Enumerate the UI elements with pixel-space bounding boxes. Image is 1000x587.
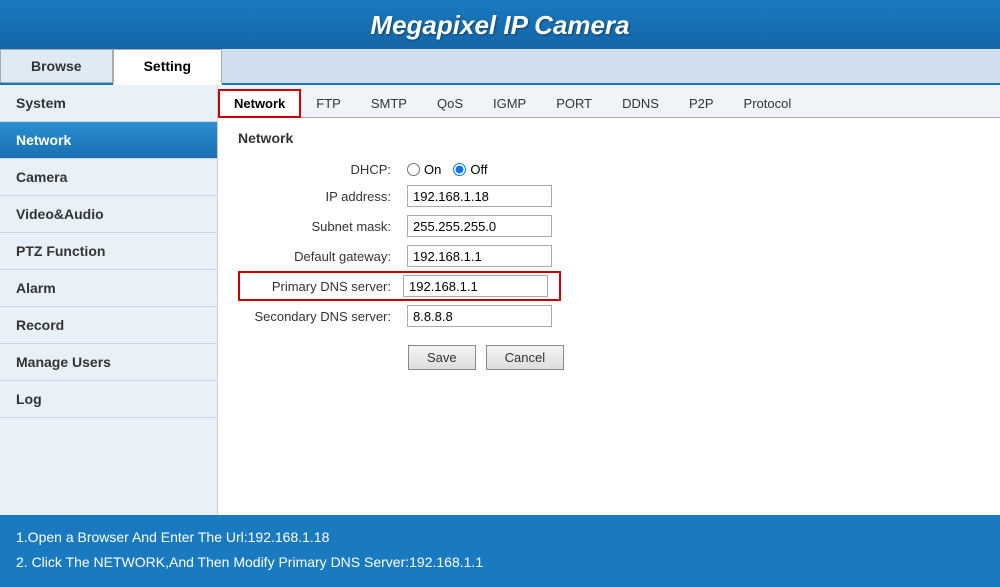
subtab-qos[interactable]: QoS xyxy=(422,90,478,117)
section-title: Network xyxy=(238,130,980,146)
network-form: DHCP: On Off xyxy=(238,158,561,331)
bottom-bar: 1.Open a Browser And Enter The Url:192.1… xyxy=(0,515,1000,587)
dhcp-value-cell: On Off xyxy=(399,158,560,181)
tab-browse[interactable]: Browse xyxy=(0,49,113,83)
sidebar-item-system[interactable]: System xyxy=(0,85,217,122)
sidebar: System Network Camera Video&Audio PTZ Fu… xyxy=(0,85,218,515)
ip-label: IP address: xyxy=(239,181,399,211)
subtab-protocol[interactable]: Protocol xyxy=(729,90,807,117)
sidebar-item-alarm[interactable]: Alarm xyxy=(0,270,217,307)
ip-value-cell xyxy=(399,181,560,211)
dhcp-on-label[interactable]: On xyxy=(407,162,441,177)
sidebar-item-log[interactable]: Log xyxy=(0,381,217,418)
subtab-ftp[interactable]: FTP xyxy=(301,90,356,117)
primary-dns-input[interactable] xyxy=(403,275,548,297)
secondary-dns-row: Secondary DNS server: xyxy=(239,300,560,331)
header: Megapixel IP Camera xyxy=(0,0,1000,49)
gateway-label: Default gateway: xyxy=(239,241,399,272)
dhcp-off-label[interactable]: Off xyxy=(453,162,487,177)
dhcp-row: DHCP: On Off xyxy=(239,158,560,181)
subtab-p2p[interactable]: P2P xyxy=(674,90,729,117)
subnet-label: Subnet mask: xyxy=(239,211,399,241)
subtab-smtp[interactable]: SMTP xyxy=(356,90,422,117)
secondary-dns-input[interactable] xyxy=(407,305,552,327)
sidebar-item-videoaudio[interactable]: Video&Audio xyxy=(0,196,217,233)
dhcp-off-radio[interactable] xyxy=(453,163,466,176)
subtab-network[interactable]: Network xyxy=(218,89,301,118)
subtab-ddns[interactable]: DDNS xyxy=(607,90,674,117)
gateway-value-cell xyxy=(399,241,560,272)
secondary-dns-value-cell xyxy=(399,300,560,331)
cancel-button[interactable]: Cancel xyxy=(486,345,564,370)
dhcp-on-radio[interactable] xyxy=(407,163,420,176)
save-button[interactable]: Save xyxy=(408,345,476,370)
subnet-input[interactable] xyxy=(407,215,552,237)
subnet-row: Subnet mask: xyxy=(239,211,560,241)
subnet-value-cell xyxy=(399,211,560,241)
secondary-dns-label: Secondary DNS server: xyxy=(239,300,399,331)
sidebar-item-camera[interactable]: Camera xyxy=(0,159,217,196)
ip-input[interactable] xyxy=(407,185,552,207)
sidebar-item-record[interactable]: Record xyxy=(0,307,217,344)
gateway-row: Default gateway: xyxy=(239,241,560,272)
bottom-line2: 2. Click The NETWORK,And Then Modify Pri… xyxy=(16,550,984,575)
sidebar-item-network[interactable]: Network xyxy=(0,122,217,159)
button-row: Save Cancel xyxy=(238,345,980,370)
primary-dns-value-cell xyxy=(399,272,560,300)
tab-setting[interactable]: Setting xyxy=(113,49,222,85)
bottom-line1: 1.Open a Browser And Enter The Url:192.1… xyxy=(16,525,984,550)
main-layout: System Network Camera Video&Audio PTZ Fu… xyxy=(0,85,1000,515)
gateway-input[interactable] xyxy=(407,245,552,267)
subtab-nav: Network FTP SMTP QoS IGMP PORT DDNS P2P … xyxy=(218,85,1000,118)
ip-row: IP address: xyxy=(239,181,560,211)
content-area: Network FTP SMTP QoS IGMP PORT DDNS P2P … xyxy=(218,85,1000,515)
page-title: Megapixel IP Camera xyxy=(0,10,1000,41)
main-tab-row: Browse Setting xyxy=(0,49,1000,85)
primary-dns-label: Primary DNS server: xyxy=(239,272,399,300)
primary-dns-row: Primary DNS server: xyxy=(239,272,560,300)
subtab-igmp[interactable]: IGMP xyxy=(478,90,541,117)
sidebar-item-ptz[interactable]: PTZ Function xyxy=(0,233,217,270)
form-area: Network DHCP: On Off xyxy=(218,118,1000,382)
dhcp-radio-group: On Off xyxy=(407,162,552,177)
subtab-port[interactable]: PORT xyxy=(541,90,607,117)
dhcp-label: DHCP: xyxy=(239,158,399,181)
sidebar-item-manage-users[interactable]: Manage Users xyxy=(0,344,217,381)
